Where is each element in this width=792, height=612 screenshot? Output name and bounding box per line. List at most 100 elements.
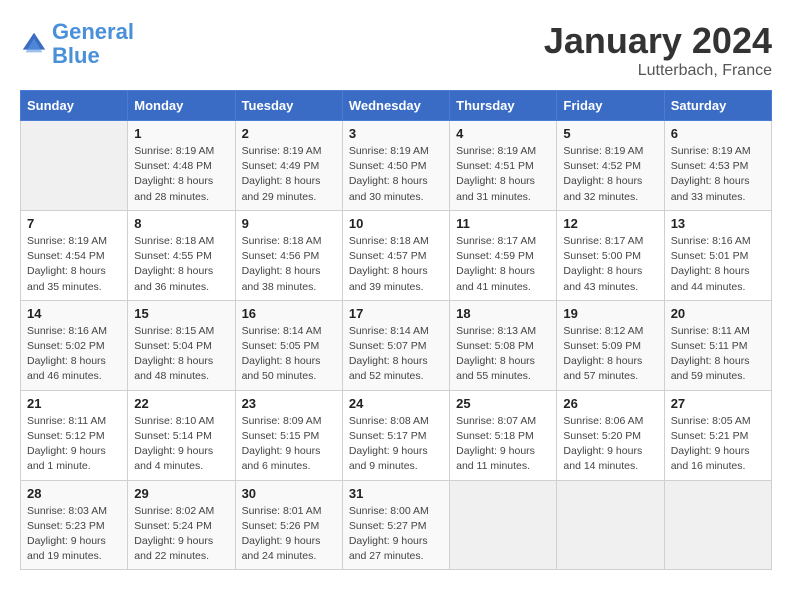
- day-number: 16: [242, 306, 336, 321]
- calendar-cell: 5Sunrise: 8:19 AMSunset: 4:52 PMDaylight…: [557, 121, 664, 211]
- calendar-cell: 31Sunrise: 8:00 AMSunset: 5:27 PMDayligh…: [342, 480, 449, 570]
- calendar-week-row: 28Sunrise: 8:03 AMSunset: 5:23 PMDayligh…: [21, 480, 772, 570]
- day-info: Sunrise: 8:10 AMSunset: 5:14 PMDaylight:…: [134, 414, 228, 475]
- day-info: Sunrise: 8:12 AMSunset: 5:09 PMDaylight:…: [563, 324, 657, 385]
- day-number: 6: [671, 126, 765, 141]
- location: Lutterbach, France: [544, 62, 772, 80]
- calendar-cell: 27 Sunrise: 8:05 AMSunset: 5:21 PMDayligh…: [664, 390, 771, 480]
- day-info: Sunrise: 8:14 AMSunset: 5:05 PMDaylight:…: [242, 324, 336, 385]
- day-info: Sunrise: 8:17 AMSunset: 5:00 PMDaylight:…: [563, 234, 657, 295]
- calendar-cell: 26 Sunrise: 8:06 AMSunset: 5:20 PMDayligh…: [557, 390, 664, 480]
- day-info: Sunrise: 8:00 AMSunset: 5:27 PMDaylight:…: [349, 504, 443, 565]
- logo-text: General Blue: [52, 20, 134, 68]
- month-title: January 2024: [544, 20, 772, 62]
- day-number: 27: [671, 396, 765, 411]
- day-info: Sunrise: 8:18 AMSunset: 4:56 PMDaylight:…: [242, 234, 336, 295]
- calendar-cell: 25Sunrise: 8:07 AMSunset: 5:18 PMDayligh…: [450, 390, 557, 480]
- day-number: 8: [134, 216, 228, 231]
- weekday-header: Thursday: [450, 91, 557, 121]
- day-number: 9: [242, 216, 336, 231]
- calendar-cell: 7 Sunrise: 8:19 AMSunset: 4:54 PMDaylight…: [21, 210, 128, 300]
- calendar-cell: 14 Sunrise: 8:16 AMSunset: 5:02 PMDayligh…: [21, 300, 128, 390]
- day-number: 22: [134, 396, 228, 411]
- day-info: Sunrise: 8:02 AMSunset: 5:24 PMDaylight:…: [134, 504, 228, 565]
- calendar-cell: 11 Sunrise: 8:17 AMSunset: 4:59 PMDayligh…: [450, 210, 557, 300]
- day-number: 1: [134, 126, 228, 141]
- day-number: 30: [242, 486, 336, 501]
- weekday-header: Tuesday: [235, 91, 342, 121]
- weekday-header: Wednesday: [342, 91, 449, 121]
- day-number: 14: [27, 306, 121, 321]
- calendar-cell: 19 Sunrise: 8:12 AMSunset: 5:09 PMDayligh…: [557, 300, 664, 390]
- calendar-cell: 8 Sunrise: 8:18 AMSunset: 4:55 PMDaylight…: [128, 210, 235, 300]
- day-info: Sunrise: 8:18 AMSunset: 4:55 PMDaylight:…: [134, 234, 228, 295]
- day-number: 21: [27, 396, 121, 411]
- day-number: 19: [563, 306, 657, 321]
- day-number: 10: [349, 216, 443, 231]
- day-info: Sunrise: 8:17 AMSunset: 4:59 PMDaylight:…: [456, 234, 550, 295]
- day-info: Sunrise: 8:13 AMSunset: 5:08 PMDaylight:…: [456, 324, 550, 385]
- calendar-cell: 4 Sunrise: 8:19 AMSunset: 4:51 PMDaylight…: [450, 121, 557, 211]
- day-info: Sunrise: 8:19 AMSunset: 4:50 PMDaylight:…: [349, 144, 443, 205]
- calendar-cell: 13 Sunrise: 8:16 AMSunset: 5:01 PMDayligh…: [664, 210, 771, 300]
- calendar-week-row: 1 Sunrise: 8:19 AMSunset: 4:48 PMDaylight…: [21, 121, 772, 211]
- day-info: Sunrise: 8:11 AMSunset: 5:11 PMDaylight:…: [671, 324, 765, 385]
- calendar-cell: 10 Sunrise: 8:18 AMSunset: 4:57 PMDayligh…: [342, 210, 449, 300]
- weekday-header: Sunday: [21, 91, 128, 121]
- day-info: Sunrise: 8:18 AMSunset: 4:57 PMDaylight:…: [349, 234, 443, 295]
- calendar-cell: 22 Sunrise: 8:10 AMSunset: 5:14 PMDayligh…: [128, 390, 235, 480]
- calendar-week-row: 7 Sunrise: 8:19 AMSunset: 4:54 PMDaylight…: [21, 210, 772, 300]
- day-number: 26: [563, 396, 657, 411]
- calendar-cell: 1 Sunrise: 8:19 AMSunset: 4:48 PMDaylight…: [128, 121, 235, 211]
- day-number: 4: [456, 126, 550, 141]
- day-number: 11: [456, 216, 550, 231]
- logo-icon: [20, 30, 48, 58]
- day-number: 13: [671, 216, 765, 231]
- day-info: Sunrise: 8:19 AMSunset: 4:48 PMDaylight:…: [134, 144, 228, 205]
- day-info: Sunrise: 8:09 AMSunset: 5:15 PMDaylight:…: [242, 414, 336, 475]
- calendar-cell: 12 Sunrise: 8:17 AMSunset: 5:00 PMDayligh…: [557, 210, 664, 300]
- day-number: 12: [563, 216, 657, 231]
- day-info: Sunrise: 8:14 AMSunset: 5:07 PMDaylight:…: [349, 324, 443, 385]
- day-number: 25: [456, 396, 550, 411]
- day-number: 3: [349, 126, 443, 141]
- calendar-cell: 24Sunrise: 8:08 AMSunset: 5:17 PMDayligh…: [342, 390, 449, 480]
- day-info: Sunrise: 8:05 AMSunset: 5:21 PMDaylight:…: [671, 414, 765, 475]
- day-info: Sunrise: 8:19 AMSunset: 4:52 PMDaylight:…: [563, 144, 657, 205]
- day-number: 24: [349, 396, 443, 411]
- day-info: Sunrise: 8:03 AMSunset: 5:23 PMDaylight:…: [27, 504, 121, 565]
- day-info: Sunrise: 8:19 AMSunset: 4:54 PMDaylight:…: [27, 234, 121, 295]
- weekday-header: Friday: [557, 91, 664, 121]
- day-number: 18: [456, 306, 550, 321]
- calendar-table: SundayMondayTuesdayWednesdayThursdayFrid…: [20, 90, 772, 570]
- day-info: Sunrise: 8:16 AMSunset: 5:01 PMDaylight:…: [671, 234, 765, 295]
- day-info: Sunrise: 8:11 AMSunset: 5:12 PMDaylight:…: [27, 414, 121, 475]
- day-number: 15: [134, 306, 228, 321]
- day-info: Sunrise: 8:16 AMSunset: 5:02 PMDaylight:…: [27, 324, 121, 385]
- day-number: 20: [671, 306, 765, 321]
- page-header: General Blue January 2024 Lutterbach, Fr…: [20, 20, 772, 80]
- calendar-header-row: SundayMondayTuesdayWednesdayThursdayFrid…: [21, 91, 772, 121]
- calendar-week-row: 14 Sunrise: 8:16 AMSunset: 5:02 PMDayligh…: [21, 300, 772, 390]
- calendar-cell: [450, 480, 557, 570]
- calendar-cell: 28Sunrise: 8:03 AMSunset: 5:23 PMDayligh…: [21, 480, 128, 570]
- logo: General Blue: [20, 20, 134, 68]
- day-info: Sunrise: 8:19 AMSunset: 4:49 PMDaylight:…: [242, 144, 336, 205]
- day-number: 29: [134, 486, 228, 501]
- calendar-cell: 3 Sunrise: 8:19 AMSunset: 4:50 PMDaylight…: [342, 121, 449, 211]
- day-info: Sunrise: 8:19 AMSunset: 4:51 PMDaylight:…: [456, 144, 550, 205]
- title-block: January 2024 Lutterbach, France: [544, 20, 772, 80]
- day-number: 7: [27, 216, 121, 231]
- calendar-cell: 6 Sunrise: 8:19 AMSunset: 4:53 PMDaylight…: [664, 121, 771, 211]
- calendar-cell: [21, 121, 128, 211]
- calendar-cell: 29 Sunrise: 8:02 AMSunset: 5:24 PMDayligh…: [128, 480, 235, 570]
- calendar-cell: 15Sunrise: 8:15 AMSunset: 5:04 PMDayligh…: [128, 300, 235, 390]
- day-info: Sunrise: 8:01 AMSunset: 5:26 PMDaylight:…: [242, 504, 336, 565]
- calendar-cell: [664, 480, 771, 570]
- day-info: Sunrise: 8:19 AMSunset: 4:53 PMDaylight:…: [671, 144, 765, 205]
- calendar-cell: 18 Sunrise: 8:13 AMSunset: 5:08 PMDayligh…: [450, 300, 557, 390]
- calendar-cell: 2Sunrise: 8:19 AMSunset: 4:49 PMDaylight…: [235, 121, 342, 211]
- calendar-cell: 20 Sunrise: 8:11 AMSunset: 5:11 PMDayligh…: [664, 300, 771, 390]
- calendar-cell: 16 Sunrise: 8:14 AMSunset: 5:05 PMDayligh…: [235, 300, 342, 390]
- day-info: Sunrise: 8:06 AMSunset: 5:20 PMDaylight:…: [563, 414, 657, 475]
